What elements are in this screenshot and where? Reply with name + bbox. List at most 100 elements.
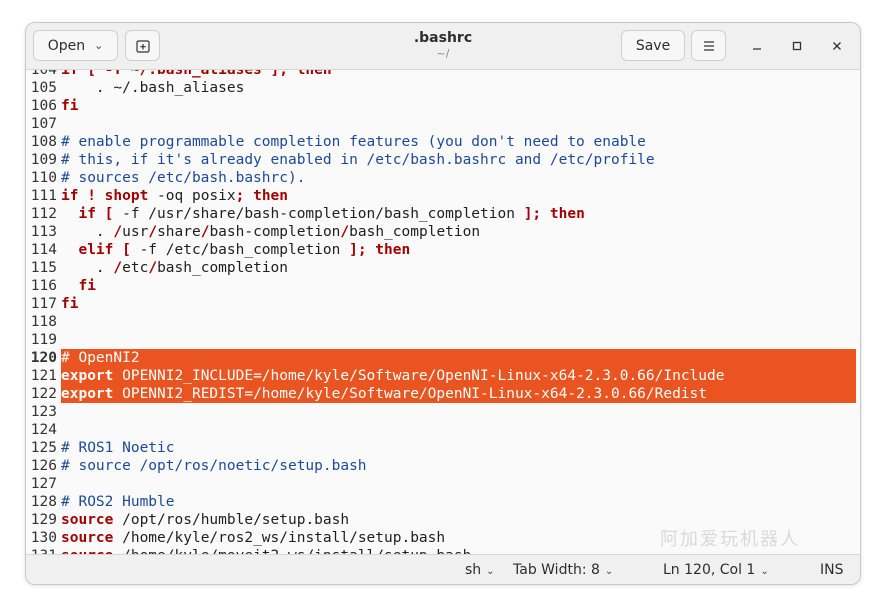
code-text: # source /opt/ros/noetic/setup.bash	[61, 457, 367, 475]
line-number: 122	[26, 385, 57, 403]
code-line[interactable]: 118	[26, 313, 860, 331]
code-token: # sources /etc/bash.bashrc).	[61, 170, 306, 186]
save-button-label: Save	[635, 37, 671, 54]
code-token: # enable programmable completion feature…	[61, 134, 646, 150]
code-line[interactable]: 113 . /usr/share/bash-completion/bash_co…	[26, 223, 860, 241]
maximize-icon	[792, 41, 802, 51]
insert-mode-indicator: INS	[820, 562, 844, 578]
line-number: 126	[30, 458, 57, 474]
code-token: ]; then	[349, 242, 411, 258]
code-line[interactable]: 109 # this, if it's already enabled in /e…	[26, 151, 860, 169]
line-number: 128	[30, 494, 57, 510]
code-token: OPENNI2_REDIST=/home/kyle/Software/OpenN…	[113, 386, 708, 402]
line-number: 115	[30, 260, 57, 276]
code-line[interactable]: 123	[26, 403, 860, 421]
code-token: if ! shopt	[61, 188, 149, 204]
code-token: . ~/	[61, 80, 131, 96]
code-token: # this, if it's already enabled in /etc/…	[61, 152, 655, 168]
code-line[interactable]: 107	[26, 115, 860, 133]
code-token: source	[61, 512, 114, 528]
code-token: .	[61, 260, 114, 276]
title-block: .bashrc ~/	[26, 30, 860, 60]
code-text: # this, if it's already enabled in /etc/…	[61, 151, 655, 169]
code-token: share	[157, 224, 201, 240]
code-text: . /usr/share/bash-completion/bash_comple…	[61, 223, 480, 241]
code-line[interactable]: 111 if ! shopt -oq posix; then	[26, 187, 860, 205]
code-text: # OpenNI2	[61, 349, 140, 367]
line-number: 117	[30, 296, 57, 312]
code-line[interactable]: 108 # enable programmable completion feat…	[26, 133, 860, 151]
code-line[interactable]: 127	[26, 475, 860, 493]
code-text: fi	[61, 97, 78, 115]
minimize-icon	[753, 48, 761, 50]
window-title: .bashrc	[413, 30, 473, 46]
code-line[interactable]: 128 # ROS2 Humble	[26, 493, 860, 511]
code-token: source	[61, 530, 114, 546]
save-button[interactable]: Save	[621, 30, 685, 61]
code-token: /opt/ros/humble/setup.bash	[113, 512, 350, 528]
code-line[interactable]: 125 # ROS1 Noetic	[26, 439, 860, 457]
code-token: /	[148, 260, 158, 276]
code-token: fi	[61, 296, 79, 312]
code-line[interactable]: 120 # OpenNI2	[26, 349, 860, 367]
line-number: 129	[30, 512, 57, 528]
code-line[interactable]: 115 . /etc/bash_completion	[26, 259, 860, 277]
line-number: 130	[30, 530, 57, 546]
close-button[interactable]	[828, 37, 846, 55]
code-text: # sources /etc/bash.bashrc).	[61, 169, 305, 187]
line-number: 118	[30, 314, 57, 330]
status-bar: sh ⌄ Tab Width: 8 ⌄ Ln 120, Col 1 ⌄ INS	[26, 554, 860, 584]
code-token: etc	[122, 260, 149, 276]
editor-window: Open ⌄ .bashrc ~/ Save 104 if [-f ~/.ba…	[25, 22, 861, 585]
tab-width-label: Tab Width: 8	[513, 562, 600, 578]
code-line[interactable]: 112 if [ -f /usr/share/bash-completion/b…	[26, 205, 860, 223]
code-line[interactable]: 121 export OPENNI2_INCLUDE=/home/kyle/Sof…	[26, 367, 860, 385]
code-text: if ! shopt -oq posix; then	[61, 187, 288, 205]
code-line[interactable]: 126 # source /opt/ros/noetic/setup.bash	[26, 457, 860, 475]
line-number: 116	[30, 278, 57, 294]
line-number: 109	[30, 152, 57, 168]
line-number: 106	[30, 98, 57, 114]
code-line[interactable]: 124	[26, 421, 860, 439]
cursor-position-label: Ln 120, Col 1	[663, 562, 756, 578]
code-line[interactable]: 117 fi	[26, 295, 860, 313]
code-line[interactable]: 105 . ~/.bash_aliases	[26, 79, 860, 97]
code-text: . /etc/bash_completion	[61, 259, 288, 277]
line-number: 105	[30, 80, 57, 96]
code-line[interactable]: 116 fi	[26, 277, 860, 295]
code-text: if [ -f ~/.bash_aliases ]; then	[61, 70, 332, 79]
code-line[interactable]: 110 # sources /etc/bash.bashrc).	[26, 169, 860, 187]
minimize-button[interactable]	[748, 37, 766, 55]
code-token: # OpenNI2	[61, 350, 140, 366]
code-text: # enable programmable completion feature…	[61, 133, 646, 151]
code-token: bash_completion	[157, 260, 289, 276]
code-token: export	[61, 368, 114, 384]
language-selector[interactable]: sh ⌄	[465, 562, 495, 578]
code-token: elif [	[61, 242, 140, 258]
line-number: 125	[30, 440, 57, 456]
text-editor[interactable]: 104 if [ -f ~/.bash_aliases ]; then 105 . …	[26, 70, 860, 554]
code-line[interactable]: 122 export OPENNI2_REDIST=/home/kyle/Soft…	[26, 385, 860, 403]
code-token: if [	[61, 206, 123, 222]
code-text: # ROS2 Humble	[61, 493, 175, 511]
menu-button[interactable]	[691, 30, 726, 61]
code-line[interactable]: 119	[26, 331, 860, 349]
tab-width-selector[interactable]: Tab Width: 8 ⌄	[513, 562, 613, 578]
code-text: # ROS1 Noetic	[61, 439, 175, 457]
code-token: # ROS1 Noetic	[61, 440, 175, 456]
insert-mode-label: INS	[820, 562, 844, 578]
chevron-down-icon: ⌄	[760, 566, 769, 577]
code-token: /	[113, 224, 123, 240]
line-number: 131	[26, 547, 57, 554]
maximize-button[interactable]	[788, 37, 806, 55]
code-line[interactable]: 106 fi	[26, 97, 860, 115]
code-token: fi	[61, 278, 96, 294]
cursor-position-selector[interactable]: Ln 120, Col 1 ⌄	[663, 562, 769, 578]
code-line[interactable]: 114 elif [ -f /etc/bash_completion ]; th…	[26, 241, 860, 259]
line-number: 112	[30, 206, 57, 222]
line-number: 104	[30, 70, 57, 78]
code-token: if [ -f ~/.bash_aliases ]; then	[61, 70, 332, 78]
line-number: 119	[30, 332, 57, 348]
code-text: fi	[61, 277, 96, 295]
code-line[interactable]: 104 if [ -f ~/.bash_aliases ]; then	[26, 70, 860, 79]
